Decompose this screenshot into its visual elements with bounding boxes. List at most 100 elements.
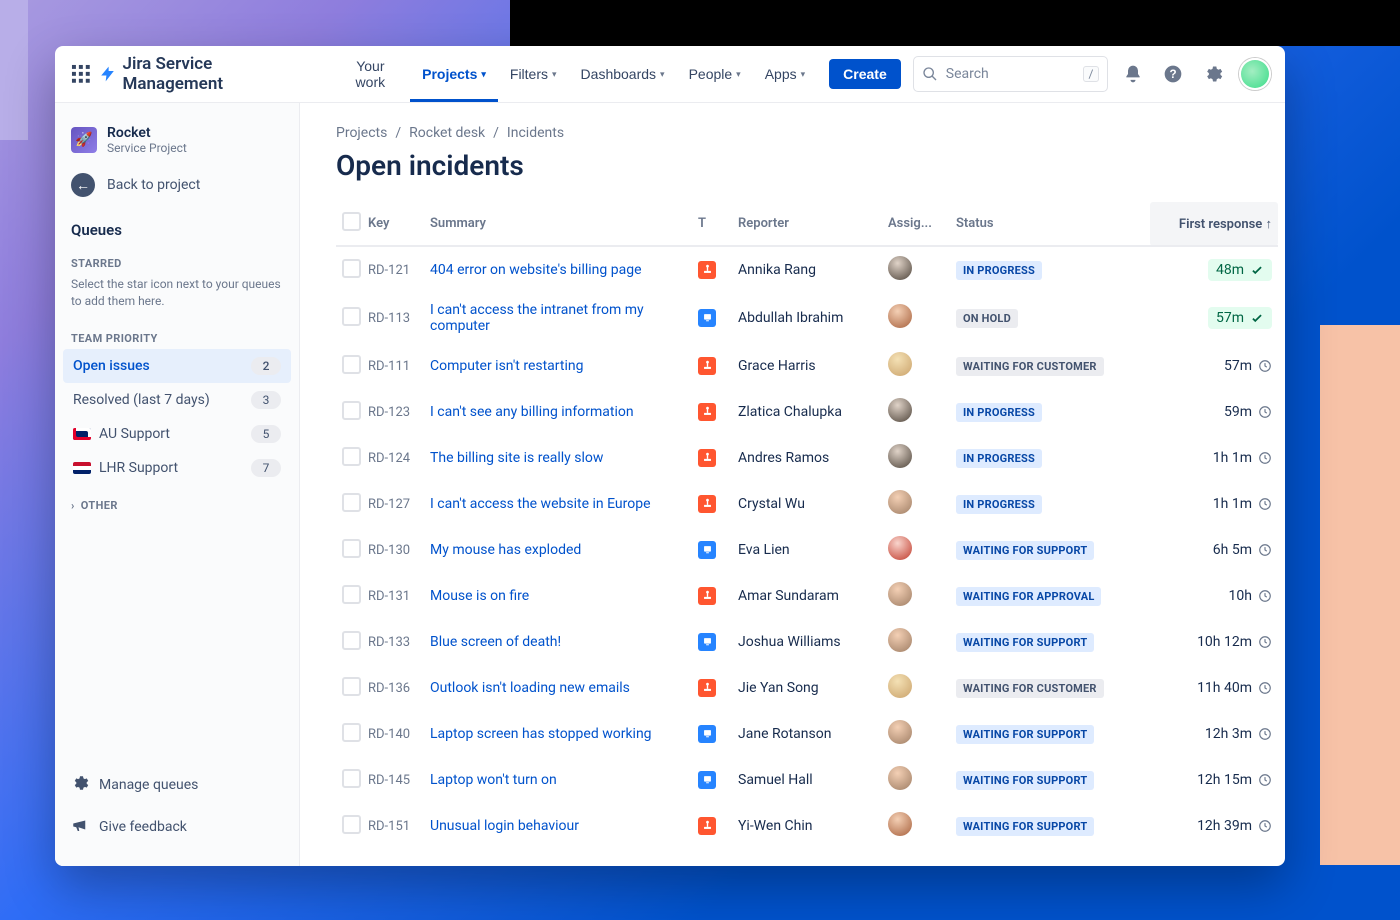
- issue-summary-link[interactable]: Mouse is on fire: [430, 588, 529, 604]
- issue-key[interactable]: RD-140: [362, 711, 424, 757]
- table-row[interactable]: RD-127 I can't access the website in Euro…: [336, 481, 1278, 527]
- help-icon[interactable]: ?: [1158, 59, 1188, 89]
- manage-queues[interactable]: Manage queues: [63, 764, 291, 806]
- status-badge[interactable]: WAITING FOR SUPPORT: [956, 817, 1094, 836]
- issue-summary-link[interactable]: Blue screen of death!: [430, 634, 561, 650]
- assignee-avatar[interactable]: [888, 304, 912, 328]
- table-row[interactable]: RD-123 I can't see any billing informatio…: [336, 389, 1278, 435]
- product-logo[interactable]: Jira Service Management: [99, 54, 315, 94]
- issue-summary-link[interactable]: Laptop won't turn on: [430, 772, 557, 788]
- issue-summary-link[interactable]: My mouse has exploded: [430, 542, 581, 558]
- assignee-avatar[interactable]: [888, 444, 912, 468]
- status-badge[interactable]: IN PROGRESS: [956, 449, 1042, 468]
- column-header[interactable]: Reporter: [732, 202, 882, 246]
- status-badge[interactable]: WAITING FOR SUPPORT: [956, 725, 1094, 744]
- profile-avatar[interactable]: [1239, 58, 1271, 90]
- nav-item-projects[interactable]: Projects▾: [410, 46, 498, 102]
- column-header[interactable]: Status: [950, 202, 1150, 246]
- status-badge[interactable]: WAITING FOR SUPPORT: [956, 633, 1094, 652]
- issue-key[interactable]: RD-136: [362, 665, 424, 711]
- issue-summary-link[interactable]: 404 error on website's billing page: [430, 262, 642, 278]
- status-badge[interactable]: WAITING FOR APPROVAL: [956, 587, 1101, 606]
- status-badge[interactable]: IN PROGRESS: [956, 495, 1042, 514]
- create-button[interactable]: Create: [829, 59, 901, 89]
- breadcrumb-link[interactable]: Incidents: [507, 125, 564, 141]
- row-checkbox[interactable]: [342, 493, 361, 512]
- row-checkbox[interactable]: [342, 401, 361, 420]
- row-checkbox[interactable]: [342, 355, 361, 374]
- table-row[interactable]: RD-131Mouse is on fireAmar SundaramWAITI…: [336, 573, 1278, 619]
- table-row[interactable]: RD-151Unusual login behaviourYi-Wen Chin…: [336, 803, 1278, 849]
- breadcrumb-link[interactable]: Projects: [336, 125, 387, 141]
- assignee-avatar[interactable]: [888, 582, 912, 606]
- breadcrumb-link[interactable]: Rocket desk: [409, 125, 485, 141]
- notifications-icon[interactable]: [1118, 59, 1148, 89]
- column-header[interactable]: Summary: [424, 202, 692, 246]
- select-all-checkbox[interactable]: [342, 212, 361, 231]
- row-checkbox[interactable]: [342, 631, 361, 650]
- table-row[interactable]: RD-111Computer isn't restartingGrace Har…: [336, 343, 1278, 389]
- column-header[interactable]: Assig...: [882, 202, 950, 246]
- row-checkbox[interactable]: [342, 769, 361, 788]
- table-row[interactable]: RD-133Blue screen of death!Joshua Willia…: [336, 619, 1278, 665]
- column-header[interactable]: T: [692, 202, 732, 246]
- nav-item-apps[interactable]: Apps▾: [753, 46, 817, 102]
- issue-key[interactable]: RD-111: [362, 343, 424, 389]
- queue-item-open-issues[interactable]: Open issues2: [63, 349, 291, 383]
- project-header[interactable]: 🚀 Rocket Service Project: [63, 121, 291, 159]
- status-badge[interactable]: WAITING FOR SUPPORT: [956, 541, 1094, 560]
- issue-key[interactable]: RD-130: [362, 527, 424, 573]
- row-checkbox[interactable]: [342, 723, 361, 742]
- issue-summary-link[interactable]: I can't access the website in Europe: [430, 496, 651, 512]
- table-row[interactable]: RD-136Outlook isn't loading new emailsJi…: [336, 665, 1278, 711]
- nav-item-people[interactable]: People▾: [677, 46, 753, 102]
- assignee-avatar[interactable]: [888, 628, 912, 652]
- assignee-avatar[interactable]: [888, 766, 912, 790]
- table-row[interactable]: RD-140Laptop screen has stopped workingJ…: [336, 711, 1278, 757]
- issue-key[interactable]: RD-124: [362, 435, 424, 481]
- issue-key[interactable]: RD-133: [362, 619, 424, 665]
- table-row[interactable]: RD-124The billing site is really slowAnd…: [336, 435, 1278, 481]
- queue-item-resolved-last-7-days-[interactable]: Resolved (last 7 days)3: [63, 383, 291, 417]
- row-checkbox[interactable]: [342, 585, 361, 604]
- row-checkbox[interactable]: [342, 259, 361, 278]
- status-badge[interactable]: IN PROGRESS: [956, 403, 1042, 422]
- status-badge[interactable]: ON HOLD: [956, 309, 1018, 328]
- assignee-avatar[interactable]: [888, 812, 912, 836]
- assignee-avatar[interactable]: [888, 256, 912, 280]
- status-badge[interactable]: WAITING FOR CUSTOMER: [956, 679, 1104, 698]
- issue-summary-link[interactable]: I can't access the intranet from my comp…: [430, 302, 644, 334]
- settings-icon[interactable]: [1198, 59, 1228, 89]
- row-checkbox[interactable]: [342, 307, 361, 326]
- assignee-avatar[interactable]: [888, 674, 912, 698]
- issue-summary-link[interactable]: Outlook isn't loading new emails: [430, 680, 630, 696]
- status-badge[interactable]: IN PROGRESS: [956, 261, 1042, 280]
- row-checkbox[interactable]: [342, 447, 361, 466]
- queue-item-au-support[interactable]: AU Support5: [63, 417, 291, 451]
- status-badge[interactable]: WAITING FOR CUSTOMER: [956, 357, 1104, 376]
- assignee-avatar[interactable]: [888, 536, 912, 560]
- assignee-avatar[interactable]: [888, 352, 912, 376]
- app-switcher-icon[interactable]: [69, 62, 93, 86]
- issue-key[interactable]: RD-123: [362, 389, 424, 435]
- other-section[interactable]: › OTHER: [63, 485, 291, 518]
- assignee-avatar[interactable]: [888, 490, 912, 514]
- assignee-avatar[interactable]: [888, 720, 912, 744]
- nav-item-dashboards[interactable]: Dashboards▾: [569, 46, 677, 102]
- issue-key[interactable]: RD-113: [362, 293, 424, 343]
- issue-summary-link[interactable]: I can't see any billing information: [430, 404, 634, 420]
- issue-summary-link[interactable]: Laptop screen has stopped working: [430, 726, 652, 742]
- nav-item-filters[interactable]: Filters▾: [498, 46, 569, 102]
- issue-summary-link[interactable]: Computer isn't restarting: [430, 358, 583, 374]
- issue-key[interactable]: RD-127: [362, 481, 424, 527]
- nav-item-your-work[interactable]: Your work: [331, 46, 411, 102]
- issue-key[interactable]: RD-131: [362, 573, 424, 619]
- status-badge[interactable]: WAITING FOR SUPPORT: [956, 771, 1094, 790]
- table-row[interactable]: RD-130My mouse has explodedEva LienWAITI…: [336, 527, 1278, 573]
- issue-summary-link[interactable]: The billing site is really slow: [430, 450, 603, 466]
- issue-key[interactable]: RD-151: [362, 803, 424, 849]
- issue-key[interactable]: RD-121: [362, 246, 424, 293]
- column-header[interactable]: First response ↑: [1150, 202, 1278, 246]
- search-input[interactable]: Search /: [913, 56, 1109, 92]
- column-header[interactable]: Key: [362, 202, 424, 246]
